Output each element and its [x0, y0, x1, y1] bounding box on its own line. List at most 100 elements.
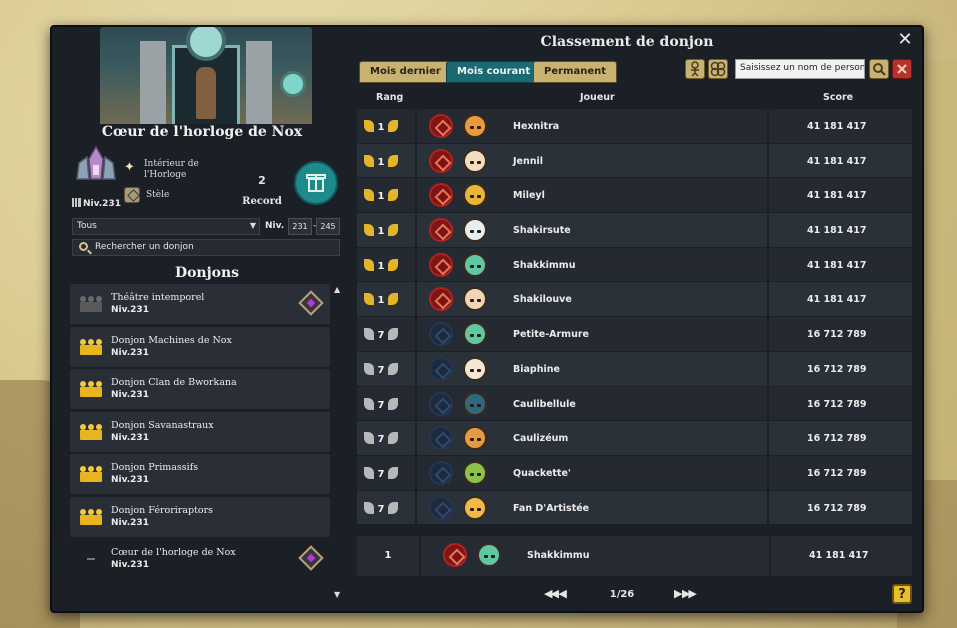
player-score: 41 181 417 — [807, 121, 867, 132]
guild-filter-button[interactable] — [708, 59, 728, 79]
score-cell: 41 181 417 — [771, 178, 907, 212]
table-row[interactable]: 7 Caulizéum 16 712 789 — [357, 421, 912, 456]
laurel-left-icon — [364, 120, 374, 132]
table-row[interactable]: 1 Jennil 41 181 417 — [357, 143, 912, 179]
table-row[interactable]: 1 Shakirsute 41 181 417 — [357, 213, 912, 248]
clear-search-button[interactable] — [892, 59, 912, 79]
laurel-right-icon — [388, 224, 398, 237]
dungeon-list-item[interactable]: Donjon Primassifs Niv.231 — [70, 454, 330, 494]
alignment-badge-icon — [429, 426, 453, 451]
laurel-left-icon — [364, 224, 374, 237]
score-cell: 16 712 789 — [771, 387, 907, 421]
player-name-cell: Shakilouve — [499, 282, 769, 317]
help-button[interactable]: ? — [892, 584, 912, 604]
player-icons-cell — [419, 421, 499, 455]
player-avatar — [463, 426, 487, 451]
score-cell: 16 712 789 — [771, 456, 907, 490]
rank-cell: 7 — [357, 455, 417, 490]
scroll-down-arrow[interactable]: ▼ — [334, 590, 340, 599]
dungeon-ranking-window: Classement de donjon ✕ Cœur de l'horloge… — [50, 25, 924, 613]
tab-last-month[interactable]: Mois dernier — [359, 61, 452, 83]
crown-icon — [80, 381, 102, 397]
level-min-input[interactable]: 231 — [288, 218, 312, 235]
score-cell: 41 181 417 — [771, 248, 907, 282]
rewards-button[interactable] — [294, 161, 338, 205]
close-button[interactable]: ✕ — [896, 31, 914, 49]
record-label: Record — [242, 196, 282, 207]
my-rank: 1 — [384, 550, 392, 561]
laurel-right-icon — [388, 501, 398, 514]
laurel-left-icon — [364, 328, 374, 341]
player-icons-cell — [419, 248, 499, 282]
rank-cell: 1 — [357, 109, 417, 143]
my-rank-row[interactable]: 1 Shakkimmu 41 181 417 — [357, 536, 912, 576]
level-max-input[interactable]: 245 — [316, 218, 340, 235]
search-icon — [873, 63, 886, 76]
laurel-right-icon — [388, 258, 398, 271]
dungeon-item-level: Niv.231 — [111, 475, 149, 485]
table-row[interactable]: 7 Biaphine 16 712 789 — [357, 351, 912, 387]
player-name-cell: Shakkimmu — [499, 247, 769, 282]
table-row[interactable]: 7 Fan D'Artistée 16 712 789 — [357, 490, 912, 526]
player-name: Caulibellule — [513, 398, 576, 410]
dungeon-list-item[interactable]: Donjon Savanastraux Niv.231 — [70, 411, 330, 452]
player-avatar — [463, 356, 487, 381]
player-name: Shakirsute — [513, 225, 571, 237]
tab-current-month[interactable]: Mois courant — [446, 61, 542, 83]
dungeon-item-name: Cœur de l'horloge de Nox — [111, 547, 236, 558]
dungeon-list-item[interactable]: Donjon Féroriraptors Niv.231 — [70, 496, 330, 537]
player-icons-cell — [419, 387, 499, 421]
chevron-down-icon: ▼ — [249, 221, 256, 230]
score-cell: 16 712 789 — [771, 317, 907, 351]
alignment-badge-icon — [429, 252, 453, 277]
rank-value: 1 — [377, 156, 385, 168]
dungeon-search-input[interactable]: Rechercher un donjon — [72, 239, 340, 256]
crown-icon — [80, 423, 102, 440]
table-body: 1 Hexnitra 41 181 417 1 Jennil 41 181 417 1 Mil… — [357, 109, 912, 526]
table-row[interactable]: 7 Caulibellule 16 712 789 — [357, 386, 912, 422]
rank-cell: 1 — [357, 247, 417, 282]
player-search-button[interactable] — [869, 59, 889, 79]
player-score: 41 181 417 — [807, 225, 867, 237]
table-row[interactable]: 1 Shakkimmu 41 181 417 — [357, 247, 912, 283]
player-avatar — [463, 148, 487, 173]
previous-page-button[interactable]: ◀◀ ◀ — [544, 587, 567, 600]
rank-cell: 7 — [357, 386, 417, 421]
table-row[interactable]: 7 Petite-Armure 16 712 789 — [357, 317, 912, 352]
record-value: 2 — [258, 174, 266, 187]
player-icons-cell — [419, 491, 499, 525]
dungeon-list-item[interactable]: Donjon Machines de Nox Niv.231 — [70, 326, 330, 367]
player-score: 41 181 417 — [807, 190, 867, 202]
table-row[interactable]: 1 Mileyl 41 181 417 — [357, 178, 912, 214]
laurel-right-icon — [388, 466, 398, 479]
dungeon-type-select[interactable]: Tous ▼ — [72, 218, 260, 235]
alignment-badge-icon — [429, 183, 453, 208]
player-icons-cell — [419, 352, 499, 386]
table-row[interactable]: 7 Quackette' 16 712 789 — [357, 455, 912, 491]
score-cell: 41 181 417 — [771, 144, 907, 178]
character-filter-button[interactable] — [685, 59, 705, 79]
dungeon-list-item[interactable]: Donjon Clan de Bworkana Niv.231 — [70, 369, 330, 409]
table-row[interactable]: 1 Shakilouve 41 181 417 — [357, 282, 912, 318]
dungeon-list-item[interactable]: Cœur de l'horloge de Nox Niv.231 — [70, 539, 330, 579]
score-cell: 41 181 417 — [771, 282, 907, 316]
player-name: Biaphine — [513, 363, 560, 375]
laurel-right-icon — [388, 293, 398, 306]
ranking-table: Rang Joueur Score 1 Hexnitra 41 181 417 1 Je… — [357, 85, 912, 526]
dungeon-list-item[interactable]: Théâtre intemporel Niv.231 — [70, 284, 330, 324]
player-avatar — [463, 322, 487, 347]
table-row[interactable]: 1 Hexnitra 41 181 417 — [357, 109, 912, 144]
player-search-input[interactable]: Saisissez un nom de personnage — [735, 59, 865, 79]
player-name-cell: Biaphine — [499, 351, 769, 386]
player-name-cell: Quackette' — [499, 455, 769, 490]
scroll-up-arrow[interactable]: ▲ — [334, 285, 340, 294]
dungeon-item-level: Niv.231 — [111, 432, 149, 443]
player-avatar — [463, 287, 487, 312]
laurel-left-icon — [364, 154, 374, 167]
player-score: 16 712 789 — [807, 398, 867, 410]
tab-permanent[interactable]: Permanent — [533, 61, 618, 83]
player-avatar — [463, 114, 487, 138]
next-page-button[interactable]: ▶ ▶▶ — [674, 587, 697, 600]
rank-value: 1 — [377, 260, 385, 272]
laurel-right-icon — [388, 328, 398, 341]
